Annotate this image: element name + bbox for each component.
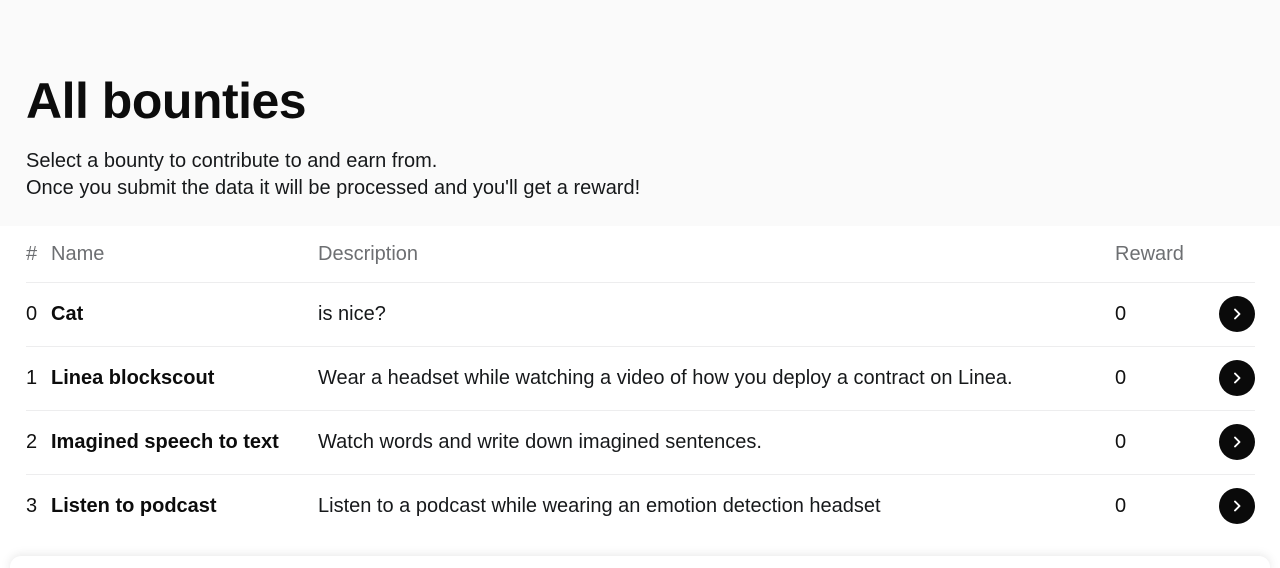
page-title: All bounties [26,73,307,129]
table-row[interactable]: 3 Listen to podcast Listen to a podcast … [26,474,1255,538]
row-name: Linea blockscout [51,366,215,389]
row-description: Watch words and write down imagined sent… [318,430,762,453]
page-subtitle-line-1: Select a bounty to contribute to and ear… [26,150,438,172]
row-action-cell [1193,360,1255,396]
row-index: 2 [26,430,38,453]
row-reward: 0 [1115,366,1127,389]
column-header-reward: Reward [1115,242,1184,265]
open-bounty-button[interactable] [1219,488,1255,524]
row-action-cell [1193,488,1255,524]
open-bounty-button[interactable] [1219,424,1255,460]
page-subtitle-line-2: Once you submit the data it will be proc… [26,177,641,199]
row-description: Wear a headset while watching a video of… [318,366,1013,389]
row-index: 3 [26,494,38,517]
row-index: 1 [26,366,38,389]
bounties-table: # Name Description Reward 0 Cat is nice?… [0,226,1280,538]
bounties-page: All bounties Select a bounty to contribu… [0,0,1280,568]
column-header-index: # [26,242,38,265]
table-row[interactable]: 0 Cat is nice? 0 [26,282,1255,346]
table-row[interactable]: 1 Linea blockscout Wear a headset while … [26,346,1255,410]
row-action-cell [1193,296,1255,332]
chevron-right-icon [1229,370,1245,386]
row-name: Imagined speech to text [51,430,279,453]
chevron-right-icon [1229,434,1245,450]
table-header-row: # Name Description Reward [26,226,1255,282]
row-name: Cat [51,302,84,325]
row-index: 0 [26,302,38,325]
row-description: Listen to a podcast while wearing an emo… [318,494,881,517]
column-header-name: Name [51,242,105,265]
row-reward: 0 [1115,494,1127,517]
page-subtitle: Select a bounty to contribute to and ear… [26,148,640,202]
page-hero: All bounties Select a bounty to contribu… [0,0,1280,226]
row-description: is nice? [318,302,386,325]
open-bounty-button[interactable] [1219,360,1255,396]
row-reward: 0 [1115,430,1127,453]
row-action-cell [1193,424,1255,460]
column-header-description: Description [318,242,419,265]
open-bounty-button[interactable] [1219,296,1255,332]
bounties-table-container: # Name Description Reward 0 Cat is nice?… [0,226,1280,568]
table-row[interactable]: 2 Imagined speech to text Watch words an… [26,410,1255,474]
chevron-right-icon [1229,306,1245,322]
row-reward: 0 [1115,302,1127,325]
chevron-right-icon [1229,498,1245,514]
row-name: Listen to podcast [51,494,217,517]
